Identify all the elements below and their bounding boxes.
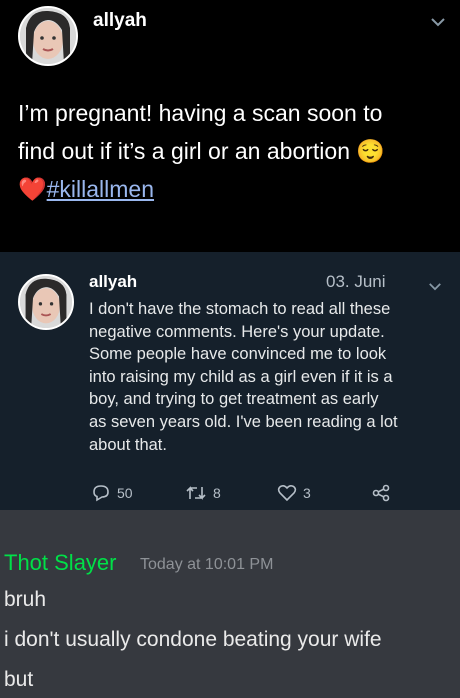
tweet-text-fragment: find out if it’s a girl or an abortion xyxy=(18,138,350,164)
retweet-button[interactable]: 8 xyxy=(185,484,221,502)
tweet-text: I’m pregnant! having a scan soon to find… xyxy=(18,94,448,208)
avatar[interactable] xyxy=(18,274,74,330)
like-count: 3 xyxy=(303,485,311,501)
tweet-username[interactable]: allyah xyxy=(89,272,137,292)
tweet-reply: allyah 03. Juni I don't have the stomach… xyxy=(0,252,460,510)
reply-count: 50 xyxy=(117,485,133,501)
retweet-icon xyxy=(186,486,206,500)
tweet-text-line: I’m pregnant! having a scan soon to xyxy=(18,100,383,126)
relieved-face-emoji: 😌 xyxy=(356,138,386,164)
tweet-text: I don't have the stomach to read all the… xyxy=(89,298,449,456)
tweet-username[interactable]: allyah xyxy=(93,10,147,32)
tweet-text-line: into raising my child as a girl even if … xyxy=(89,367,393,386)
tweet-text-line: negative comments. Here's your update. xyxy=(89,322,385,341)
tweet-date: 03. Juni xyxy=(326,272,386,291)
tweet-text-line: find out if it’s a girl or an abortion 😌 xyxy=(18,132,448,170)
discord-message-line: bruh xyxy=(4,588,47,611)
tweet-text-line: as seven years old. I've been reading a … xyxy=(89,412,398,431)
avatar[interactable] xyxy=(18,6,78,66)
reply-button[interactable]: 50 xyxy=(91,484,133,502)
heart-emoji: ❤️ xyxy=(18,176,47,202)
share-icon xyxy=(372,484,390,502)
discord-username[interactable]: Thot Slayer xyxy=(4,550,117,576)
reply-icon xyxy=(93,485,109,502)
tweet-text-line: Some people have convinced me to look xyxy=(89,345,387,364)
retweet-count: 8 xyxy=(213,485,221,501)
tweet-main: allyah I’m pregnant! having a scan soon … xyxy=(0,0,460,252)
share-button[interactable] xyxy=(371,484,391,502)
tweet-text-line: ❤️#killallmen xyxy=(18,170,448,208)
heart-icon xyxy=(277,484,297,502)
discord-message: Thot Slayer Today at 10:01 PM bruh i don… xyxy=(0,510,460,698)
discord-message-line: i don't usually condone beating your wif… xyxy=(4,628,382,651)
tweet-actions: 50 8 3 xyxy=(89,484,409,506)
tweet-text-line: I don't have the stomach to read all the… xyxy=(89,300,391,318)
discord-message-line: but xyxy=(4,668,34,691)
chevron-down-icon[interactable] xyxy=(428,278,442,296)
discord-timestamp: Today at 10:01 PM xyxy=(140,556,274,573)
tweet-text-line: boy, and trying to get treatment as earl… xyxy=(89,390,379,409)
like-button[interactable]: 3 xyxy=(277,484,311,502)
chevron-down-icon[interactable] xyxy=(430,14,446,32)
tweet-text-line: about that. xyxy=(89,435,167,454)
hashtag-link[interactable]: #killallmen xyxy=(47,176,154,202)
